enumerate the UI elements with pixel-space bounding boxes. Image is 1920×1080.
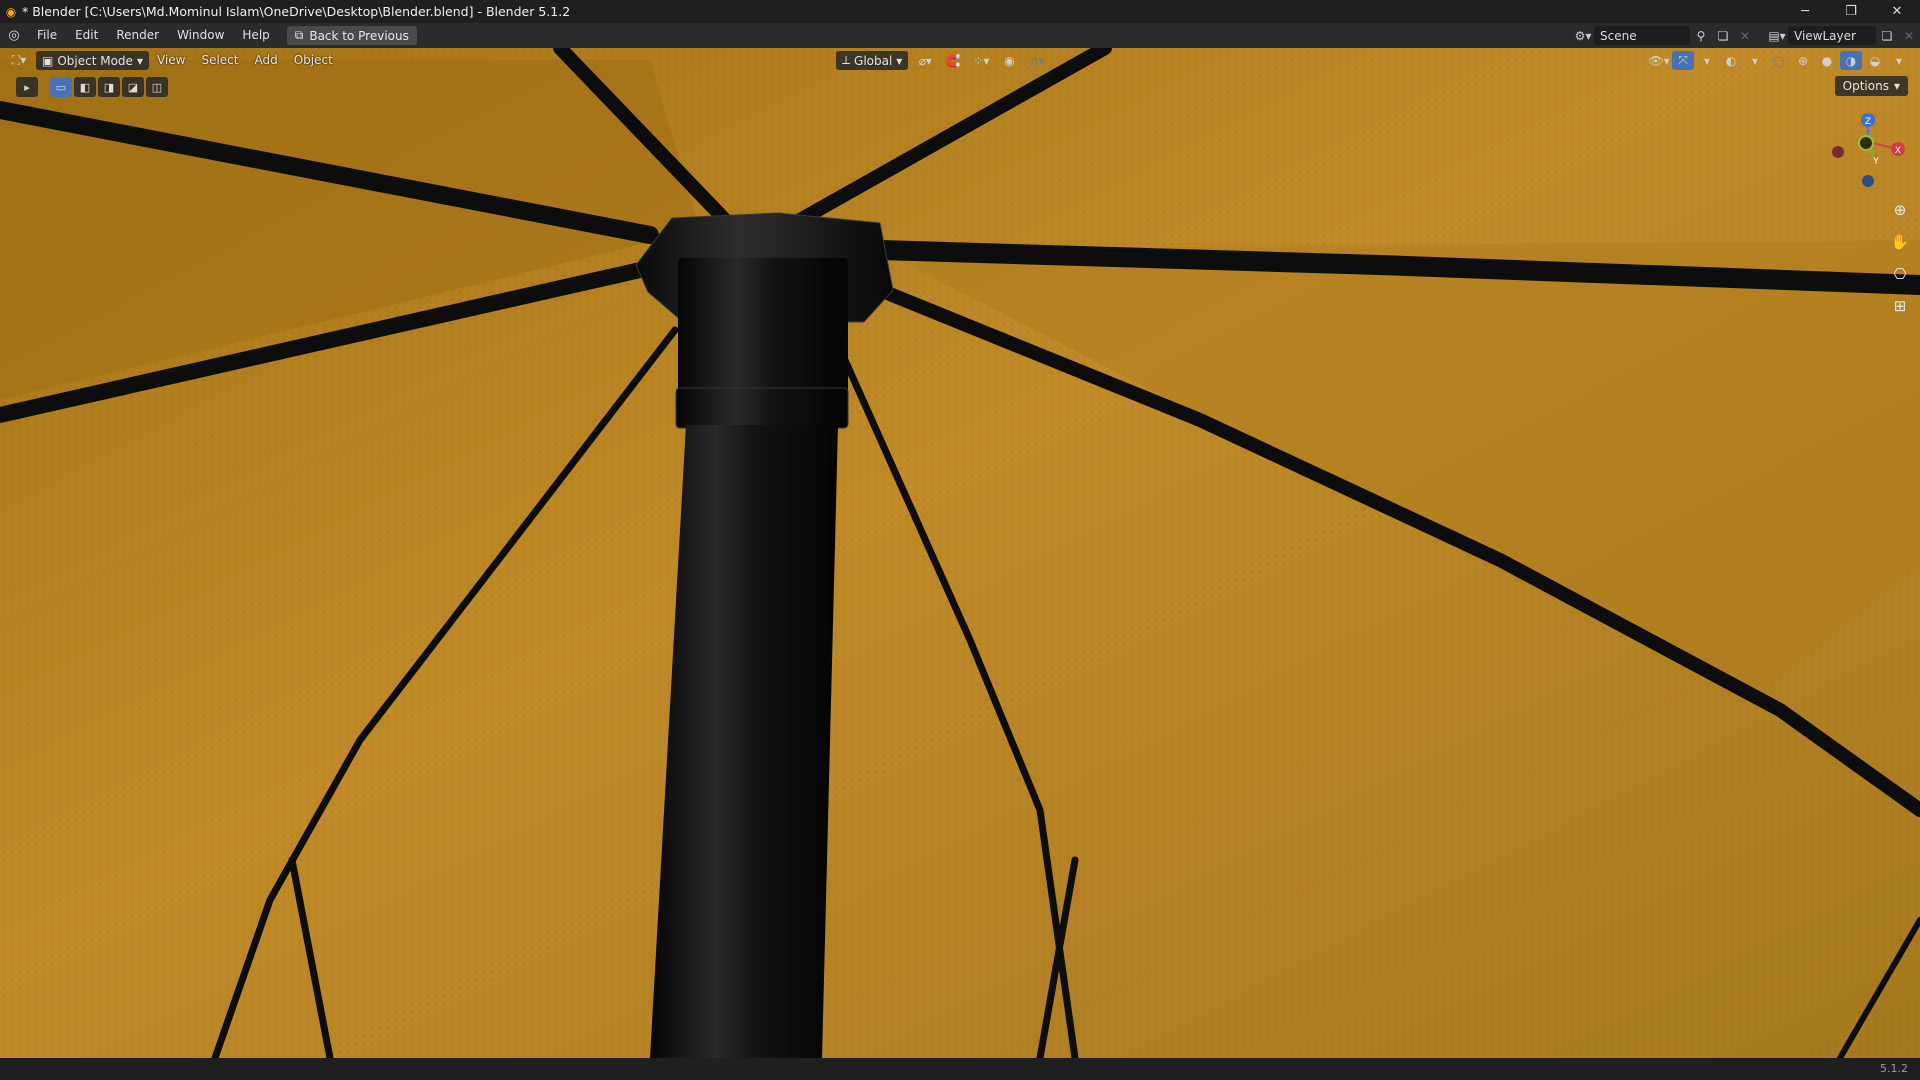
select-invert-icon[interactable]: ◪: [122, 77, 144, 97]
snap-toggle-icon[interactable]: 🧲: [942, 51, 964, 70]
viewport-display-controls: 👁▾ ⤧ ▾ ◐ ▾ ▢ ⊕ ● ◑ ◒ ▾: [1648, 51, 1910, 70]
menu-object[interactable]: Object: [286, 48, 341, 73]
select-extend-icon[interactable]: ◧: [74, 77, 96, 97]
menu-edit[interactable]: Edit: [66, 23, 107, 48]
menu-file[interactable]: File: [28, 23, 66, 48]
wireframe-shading-icon[interactable]: ⊕: [1792, 51, 1814, 70]
solid-shading-icon[interactable]: ●: [1816, 51, 1838, 70]
pin-icon[interactable]: ⚲: [1690, 26, 1712, 45]
gizmo-z-label: Z: [1865, 117, 1871, 127]
zoom-icon[interactable]: ⊕: [1888, 198, 1912, 222]
transform-orientation-label: Global: [854, 53, 893, 68]
gizmo-neg-x-axis[interactable]: [1832, 146, 1844, 158]
menu-window[interactable]: Window: [168, 23, 233, 48]
viewlayer-browse-icon[interactable]: ▤▾: [1766, 26, 1788, 45]
menu-view[interactable]: View: [149, 48, 193, 73]
version-label: 5.1.2: [1880, 1062, 1908, 1075]
pole-collar-ring: [675, 387, 849, 429]
window-titlebar: ◉ * Blender [C:\Users\Md.Mominul Islam\O…: [0, 0, 1920, 23]
back-to-previous-label: Back to Previous: [309, 28, 409, 43]
viewport-navigation-icons: ⊕ ✋ ⎔ ⊞: [1888, 198, 1912, 318]
delete-scene-icon[interactable]: ✕: [1734, 26, 1756, 45]
overlay-toggle-icon[interactable]: ◐: [1720, 51, 1742, 70]
scene-viewlayer-controls: ⚙▾ Scene ⚲ ❏ ✕ ▤▾ ViewLayer ❏ ✕: [1572, 23, 1920, 48]
gizmo-y-axis[interactable]: [1858, 135, 1874, 151]
select-new-icon[interactable]: ▭: [50, 77, 72, 97]
hand-pan-icon[interactable]: ✋: [1888, 230, 1912, 254]
select-subtract-icon[interactable]: ◨: [98, 77, 120, 97]
gizmo-toggle-icon[interactable]: ⤧: [1672, 51, 1694, 70]
chevron-down-icon: ▾: [896, 53, 903, 68]
editor-type-icon[interactable]: ⛶▾: [8, 51, 30, 70]
window-title: * Blender [C:\Users\Md.Mominul Islam\One…: [22, 4, 571, 19]
top-menu-bar: ◎ File Edit Render Window Help ⧉ Back to…: [0, 23, 1920, 48]
viewport-header: ⛶▾ ▣ Object Mode ▾ View Select Add Objec…: [0, 48, 1920, 73]
back-icon: ⧉: [294, 28, 304, 42]
overlay-dropdown-icon[interactable]: ▾: [1744, 51, 1766, 70]
options-dropdown[interactable]: Options ▾: [1834, 76, 1908, 96]
gizmo-y-label: Y: [1872, 157, 1879, 167]
object-mode-icon: ▣: [42, 53, 54, 68]
proportional-edit-icon[interactable]: ◉: [998, 51, 1020, 70]
material-preview-icon[interactable]: ◑: [1840, 51, 1862, 70]
gizmo-neg-z-axis[interactable]: [1862, 175, 1874, 187]
snap-target-icon[interactable]: ⁘▾: [970, 51, 992, 70]
pole-collar: [678, 258, 848, 398]
select-tool-row: ▸ ▭ ◧ ◨ ◪ ◫: [16, 76, 168, 98]
new-viewlayer-icon[interactable]: ❏: [1876, 26, 1898, 45]
falloff-icon[interactable]: ∩▾: [1026, 51, 1048, 70]
close-icon[interactable]: ✕: [1874, 0, 1920, 23]
menu-add[interactable]: Add: [246, 48, 285, 73]
transform-orientation-dropdown[interactable]: ⟂ Global ▾: [836, 51, 909, 70]
delete-viewlayer-icon[interactable]: ✕: [1898, 26, 1920, 45]
blender-logo-icon[interactable]: ◎: [0, 23, 28, 48]
blender-app-icon: ◉: [5, 4, 17, 19]
shading-dropdown-icon[interactable]: ▾: [1888, 51, 1910, 70]
status-bar: 5.1.2: [0, 1058, 1920, 1080]
visibility-icon[interactable]: 👁▾: [1648, 51, 1670, 70]
menu-select[interactable]: Select: [193, 48, 246, 73]
xray-icon[interactable]: ▢: [1768, 51, 1790, 70]
3d-viewport[interactable]: [0, 48, 1920, 1058]
maximize-icon[interactable]: ❐: [1828, 0, 1874, 23]
gizmo-dropdown-icon[interactable]: ▾: [1696, 51, 1718, 70]
chevron-down-icon: ▾: [1893, 79, 1900, 93]
scene-name-field[interactable]: Scene: [1594, 26, 1690, 45]
select-intersect-icon[interactable]: ◫: [146, 77, 168, 97]
chevron-down-icon: ▾: [136, 53, 143, 68]
navigation-gizmo[interactable]: Z X Y: [1826, 106, 1906, 196]
viewlayer-name: ViewLayer: [1794, 28, 1856, 43]
ortho-grid-icon[interactable]: ⊞: [1888, 294, 1912, 318]
options-label: Options: [1842, 79, 1889, 93]
camera-view-icon[interactable]: ⎔: [1888, 262, 1912, 286]
window-controls: ─ ❐ ✕: [1782, 0, 1920, 23]
transform-controls: ⟂ Global ▾ ⌀▾ 🧲 ⁘▾ ◉ ∩▾: [836, 51, 1048, 70]
scene-browse-icon[interactable]: ⚙▾: [1572, 26, 1594, 45]
back-to-previous-button[interactable]: ⧉ Back to Previous: [286, 26, 417, 45]
object-mode-label: Object Mode: [57, 53, 133, 68]
select-tool-icon[interactable]: ▸: [16, 77, 38, 97]
menu-help[interactable]: Help: [233, 23, 278, 48]
viewlayer-name-field[interactable]: ViewLayer: [1788, 26, 1876, 45]
menu-render[interactable]: Render: [107, 23, 168, 48]
gizmo-x-label: X: [1895, 146, 1901, 156]
new-scene-icon[interactable]: ❏: [1712, 26, 1734, 45]
minimize-icon[interactable]: ─: [1782, 0, 1828, 23]
rendered-shading-icon[interactable]: ◒: [1864, 51, 1886, 70]
pivot-point-icon[interactable]: ⌀▾: [914, 51, 936, 70]
orientation-icon: ⟂: [842, 53, 851, 67]
object-mode-dropdown[interactable]: ▣ Object Mode ▾: [36, 51, 149, 70]
scene-name: Scene: [1600, 28, 1637, 43]
